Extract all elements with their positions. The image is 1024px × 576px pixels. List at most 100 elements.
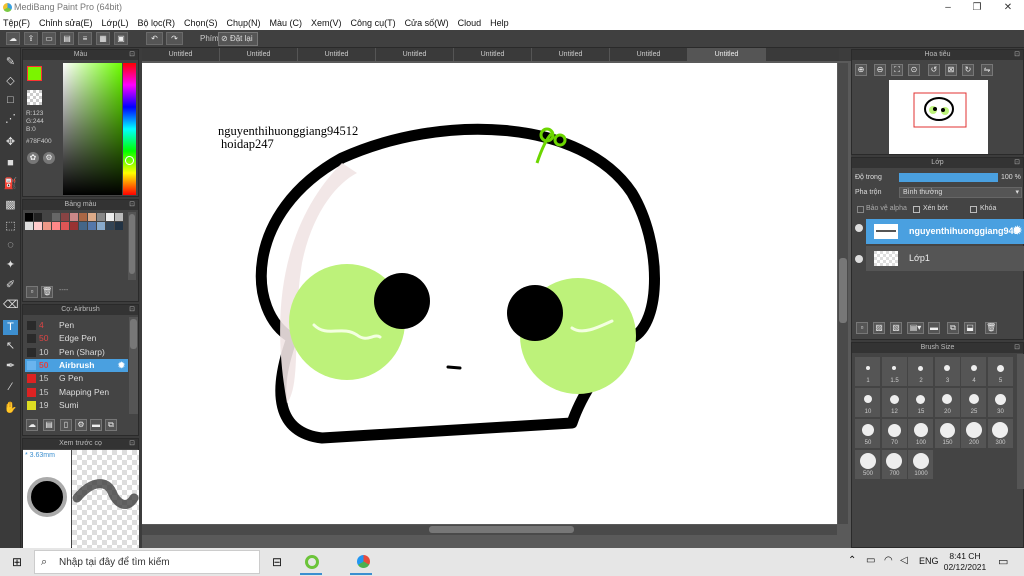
tab-document-active[interactable]: Untitled [688, 48, 766, 61]
merge-down-icon[interactable]: ⬓ [964, 322, 976, 334]
palette-swatch[interactable] [61, 213, 69, 221]
rotate-right-icon[interactable]: ↻ [962, 64, 974, 76]
menu-edit[interactable]: Chỉnh sửa(E) [39, 18, 93, 28]
tab-document[interactable]: Untitled [376, 48, 454, 61]
zoom-out-icon[interactable]: ⊖ [874, 64, 886, 76]
brush-size-cell[interactable]: 150 [934, 419, 960, 448]
drawing-canvas[interactable]: nguyenthihuonggiang94512 hoidap247 [142, 63, 837, 524]
brush-size-cell[interactable]: 200 [961, 419, 986, 448]
new-halftone-layer-icon[interactable]: ▨ [873, 322, 885, 334]
medibang-taskbar-icon[interactable] [357, 555, 370, 568]
hand-tool-icon[interactable]: ✋ [3, 401, 18, 416]
palette-swatch[interactable] [34, 213, 42, 221]
undo-icon[interactable]: ↶ [146, 32, 163, 45]
brush-size-scrollbar[interactable] [1017, 354, 1024, 489]
lock-checkbox[interactable] [970, 206, 977, 213]
flip-icon[interactable]: ⇋ [981, 64, 993, 76]
visibility-eye-icon[interactable] [855, 255, 863, 263]
brush-size-cell[interactable]: 20 [934, 388, 960, 417]
brush-size-cell[interactable]: 70 [881, 419, 907, 448]
close-icon[interactable]: ⊡ [129, 50, 135, 60]
rotate-left-icon[interactable]: ↺ [928, 64, 940, 76]
brush-size-cell[interactable]: 300 [987, 419, 1013, 448]
brush-menu-icon[interactable]: ▤ [43, 419, 55, 431]
list-icon[interactable]: ≡ [78, 32, 92, 45]
layer-folder-icon[interactable]: ▬ [928, 322, 940, 334]
menu-window[interactable]: Cửa số(W) [405, 18, 449, 28]
horizontal-scrollbar[interactable] [142, 525, 837, 535]
new-layer-icon[interactable]: ▫ [856, 322, 868, 334]
brush-size-cell[interactable]: 50 [855, 419, 880, 448]
brush-item[interactable]: 15 Mapping Pen [25, 386, 128, 399]
close-icon[interactable]: ⊡ [129, 439, 135, 449]
palette-swatch[interactable] [70, 222, 78, 230]
move-tool-icon[interactable]: ✥ [3, 135, 18, 150]
app-taskbar-icon[interactable] [305, 555, 319, 569]
hue-slider[interactable] [123, 63, 136, 195]
palette-swatch[interactable] [88, 213, 96, 221]
volume-icon[interactable]: ◁ [900, 555, 908, 566]
layer-row-selected[interactable]: nguyenthihuonggiang94512 ✹ [866, 219, 1024, 244]
palette-swatch[interactable] [34, 222, 42, 230]
select-eraser-icon[interactable]: ⌫ [3, 298, 19, 313]
menu-cloud[interactable]: Cloud [458, 18, 482, 28]
brush-size-cell[interactable]: 5 [987, 357, 1013, 386]
protect-alpha-checkbox[interactable] [857, 206, 864, 213]
actual-size-icon[interactable]: ⊙ [908, 64, 920, 76]
brush-size-cell[interactable]: 3 [934, 357, 960, 386]
close-button[interactable]: ✕ [993, 1, 1023, 14]
menu-color[interactable]: Màu (C) [270, 18, 303, 28]
brush-size-cell[interactable]: 700 [881, 450, 907, 479]
bucket-tool-icon[interactable]: ⛽ [3, 177, 18, 192]
layer-row[interactable]: Lớp1 [866, 246, 1024, 271]
taskbar-search-box[interactable]: ⌕ Nhập tại đây để tìm kiếm [34, 550, 260, 574]
delete-layer-icon[interactable]: 🗑 [985, 322, 997, 334]
clipping-checkbox[interactable] [913, 206, 920, 213]
palette-swatch[interactable] [25, 213, 33, 221]
delete-palette-icon[interactable]: 🗑 [41, 286, 53, 298]
layer-settings-icon[interactable]: ✹ [1013, 219, 1022, 244]
brush-tool-icon[interactable]: ✎ [3, 55, 18, 70]
layer-add-menu-icon[interactable]: ▤▾ [907, 322, 924, 334]
new-1bit-layer-icon[interactable]: ▧ [890, 322, 902, 334]
fill-rect-tool-icon[interactable]: ■ [3, 156, 18, 171]
reset-button[interactable]: ⊘ Đặt lại [218, 32, 258, 46]
clock[interactable]: 8:41 CH 02/12/2021 [943, 551, 987, 573]
redo-icon[interactable]: ↷ [166, 32, 183, 45]
tab-document[interactable]: Untitled [610, 48, 688, 61]
maximize-button[interactable]: ❐ [962, 1, 992, 14]
transparent-color-swatch[interactable] [27, 90, 42, 105]
brush-item[interactable]: 50 Edge Pen [25, 332, 128, 345]
dot-tool-icon[interactable]: ⋰ [3, 112, 18, 127]
tab-document[interactable]: Untitled [454, 48, 532, 61]
new-palette-icon[interactable]: ▫ [26, 286, 38, 298]
tab-document[interactable]: Untitled [298, 48, 376, 61]
visibility-eye-icon[interactable] [855, 224, 863, 232]
zoom-in-icon[interactable]: ⊕ [855, 64, 867, 76]
hue-handle[interactable] [125, 156, 134, 165]
menu-file[interactable]: Tệp(F) [3, 18, 30, 28]
brush-copy-icon[interactable]: ▯ [60, 419, 72, 431]
palette-swatch[interactable] [43, 213, 51, 221]
close-icon[interactable]: ⊡ [129, 305, 135, 315]
minimize-button[interactable]: – [933, 1, 963, 14]
foreground-color-swatch[interactable] [27, 66, 42, 81]
close-icon[interactable]: ⊡ [1014, 158, 1020, 168]
brush-size-cell[interactable]: 500 [855, 450, 880, 479]
palette-swatch[interactable] [106, 222, 114, 230]
palette-swatch[interactable] [97, 213, 105, 221]
tab-document[interactable]: Untitled [532, 48, 610, 61]
close-icon[interactable]: ⊡ [1014, 50, 1020, 60]
brush-settings-icon[interactable]: ✹ [118, 359, 125, 372]
brush-size-cell[interactable]: 12 [881, 388, 907, 417]
divide-tool-icon[interactable]: ✒ [3, 359, 18, 374]
opacity-slider[interactable] [899, 173, 998, 182]
battery-icon[interactable]: ▭ [866, 555, 875, 566]
palette-swatch[interactable] [70, 213, 78, 221]
palette-swatch[interactable] [43, 222, 51, 230]
brush-item[interactable]: 15 G Pen [25, 372, 128, 385]
menu-select[interactable]: Chọn(S) [184, 18, 218, 28]
brush-size-cell[interactable]: 1.5 [881, 357, 907, 386]
palette-swatch[interactable] [115, 222, 123, 230]
text-tool-icon[interactable]: T [3, 320, 18, 335]
